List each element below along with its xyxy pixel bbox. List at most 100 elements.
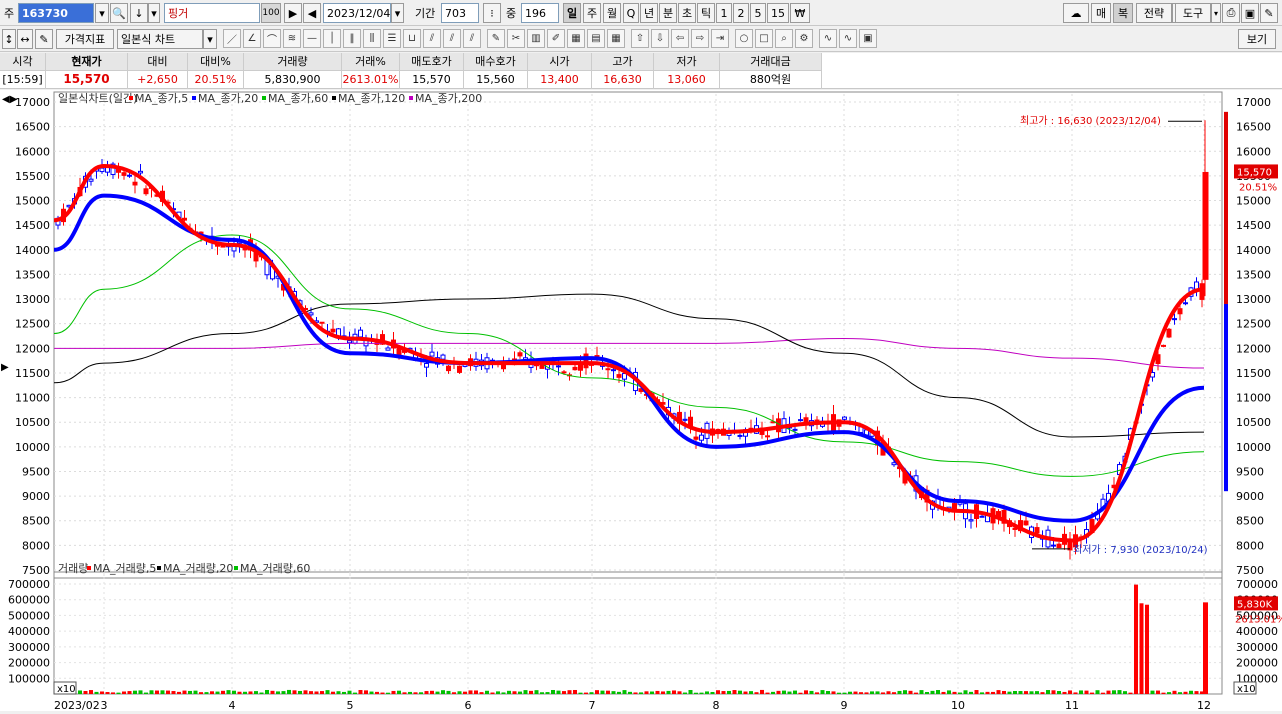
draw-tool-end-icon[interactable]: ⇥ [711,29,729,48]
save-icon[interactable]: ▣ [1241,3,1259,23]
chart-area[interactable]: 1700017000165001650016000160001550015500… [0,90,1282,712]
draw-tool-grid-icon[interactable]: ▦ [567,29,585,48]
chart-type-select[interactable]: 일본식 차트 [117,29,203,49]
volume-bar [1161,692,1166,694]
volume-legend-marker [87,566,91,570]
period-day-button[interactable]: 일 [563,3,581,23]
print-icon[interactable]: ⎙ [1222,3,1240,23]
draw-tool-angle-icon[interactable]: ∠ [243,29,261,48]
sort-dropdown-icon[interactable]: ▾ [148,3,160,23]
volume-bar [1139,603,1144,694]
zoom-input[interactable]: 196 [521,3,559,23]
period-week-button[interactable]: 주 [583,3,601,23]
draw-tool-parallel-icon[interactable]: ⫽ [463,29,481,48]
volume-bar [446,690,451,694]
period-tick-button[interactable]: 틱 [697,3,715,23]
chart-type-dropdown-icon[interactable]: ▾ [203,29,217,49]
price-volume-chart[interactable]: 1700017000165001650016000160001550015500… [0,90,1282,712]
draw-tool-pitchfork-icon[interactable]: ⫽ [443,29,461,48]
draw-tool-line-icon[interactable]: ／ [223,29,241,48]
draw-tool-wave2-icon[interactable]: ∿ [839,29,857,48]
prev-arrow-icon[interactable]: ◀ [303,3,321,23]
trade-button[interactable]: 매 [1091,3,1111,23]
draw-tool-box-icon[interactable]: ▣ [859,29,877,48]
draw-tool-zoom-icon[interactable]: ⌕ [775,29,793,48]
draw-tool-rect-icon[interactable]: □ [755,29,773,48]
stock-code-input[interactable]: 163730 [18,3,94,23]
volume-bar [952,691,957,694]
cloud-icon[interactable]: ☁ [1063,3,1089,23]
draw-tool-down-icon[interactable]: ⇩ [651,29,669,48]
period-minute-button[interactable]: 분 [659,3,677,23]
draw-tool-mark-icon[interactable]: ✐ [547,29,565,48]
candle-body [424,363,429,368]
draw-tool-arc-icon[interactable]: ⌒ [263,29,281,48]
period-label: 기간 [415,7,436,20]
draw-tool-up-icon[interactable]: ⇧ [631,29,649,48]
volume-bar [980,692,984,694]
draw-tool-config-icon[interactable]: ⚙ [795,29,813,48]
volume-bar [727,690,731,694]
edit-icon[interactable]: ✎ [35,29,53,49]
period-quarter-button[interactable]: Q [623,3,639,23]
volume-bar [89,690,93,694]
draw-tool-cut-icon[interactable]: ✂ [507,29,525,48]
draw-tool-bracket-icon[interactable]: ⊔ [403,29,421,48]
candle-body [1051,544,1056,547]
draw-tool-vlines2-icon[interactable]: ⫼ [363,29,381,48]
period-second-button[interactable]: 초 [678,3,696,23]
horizontal-move-icon[interactable]: ↔ [17,29,33,49]
vertical-move-icon[interactable]: ↕ [2,29,16,49]
volume-bar [507,690,511,694]
overlay-button[interactable]: 복 [1113,3,1133,23]
draw-tool-pencil-icon[interactable]: ✎ [487,29,505,48]
date-dropdown-icon[interactable]: ▾ [391,3,404,23]
sort-icon[interactable]: ↓ [130,3,148,23]
candle-body [798,419,803,422]
draw-tool-right-icon[interactable]: ⇨ [691,29,709,48]
volume-bar [138,690,143,694]
draw-tool-channel-icon[interactable]: ⫽ [423,29,441,48]
volume-bar [485,690,489,694]
draw-tool-circle-icon[interactable]: ○ [735,29,753,48]
volume-bar [369,691,374,694]
draw-tool-vline-icon[interactable]: │ [323,29,341,48]
currency-button[interactable]: ₩ [790,3,810,23]
period-input[interactable]: 703 [441,3,479,23]
interval-1-button[interactable]: 1 [716,3,732,23]
view-button[interactable]: 보기 [1238,29,1276,49]
tools-dropdown-icon[interactable]: ▾ [1211,3,1221,23]
tools-button[interactable]: 도구 [1175,3,1211,23]
search-icon[interactable]: 🔍 [110,3,128,23]
stock-name-field[interactable]: 핑거 [164,3,260,23]
draw-tool-hlines-icon[interactable]: ☰ [383,29,401,48]
period-spin-icon[interactable]: ⁝ [483,3,501,23]
candle-body [517,352,523,357]
volume-tick-left: 600000 [8,594,50,607]
strategy-button[interactable]: 전략 [1136,3,1172,23]
price-range-up-marker [1224,111,1228,304]
volume-bar [133,690,137,694]
draw-tool-wave-icon[interactable]: ∿ [819,29,837,48]
draw-tool-fan-icon[interactable]: ≋ [283,29,301,48]
interval-2-button[interactable]: 2 [733,3,749,23]
draw-tool-vlines-icon[interactable]: ‖ [343,29,361,48]
draw-tool-left-icon[interactable]: ⇦ [671,29,689,48]
interval-5-button[interactable]: 5 [750,3,766,23]
interval-15-button[interactable]: 15 [767,3,789,23]
date-input[interactable]: 2023/12/04 [323,3,391,23]
code-dropdown-icon[interactable]: ▾ [95,3,109,23]
candle-body [347,340,352,344]
price-tick-right: 10000 [1236,441,1271,454]
draw-tool-fill-icon[interactable]: ▥ [527,29,545,48]
candle-body [1161,344,1166,347]
period-year-button[interactable]: 년 [640,3,658,23]
next-arrow-icon[interactable]: ▶ [284,3,302,23]
settings-icon[interactable]: ✎ [1260,3,1278,23]
draw-tool-table-icon[interactable]: ▤ [587,29,605,48]
draw-tool-panel-icon[interactable]: ▦ [607,29,625,48]
draw-tool-hline-icon[interactable]: — [303,29,321,48]
volume-bar [474,690,478,694]
indicator-button[interactable]: 가격지표 [56,29,114,49]
period-month-button[interactable]: 월 [603,3,621,23]
